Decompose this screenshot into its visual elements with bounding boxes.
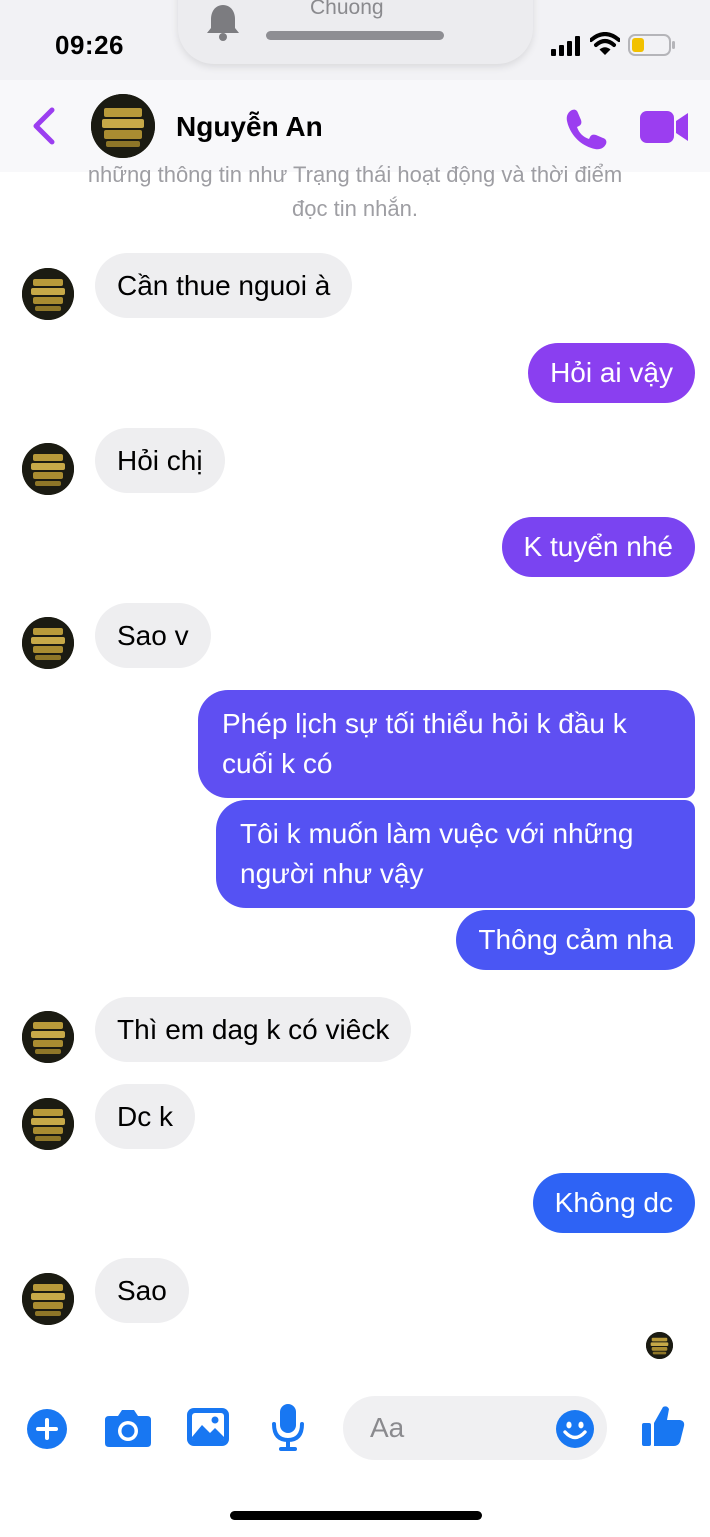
thumbs-up-icon[interactable] — [640, 1403, 686, 1449]
status-bar: 09:26 Chuong — [0, 0, 710, 80]
message-incoming[interactable]: Hỏi chị — [95, 428, 225, 493]
avatar-image — [91, 94, 155, 158]
message-incoming[interactable]: Sao v — [95, 603, 211, 668]
avatar-image — [22, 617, 74, 669]
message-outgoing[interactable]: Thông cảm nha — [456, 910, 695, 970]
video-camera-icon[interactable] — [638, 109, 690, 145]
message-outgoing[interactable]: Phép lịch sự tối thiểu hỏi k đầu k cuối … — [198, 690, 695, 798]
avatar-image — [22, 443, 74, 495]
wifi-icon — [590, 32, 620, 55]
message-outgoing[interactable]: Tôi k muốn làm vuệc với những người như … — [216, 800, 695, 908]
message-incoming[interactable]: Sao — [95, 1258, 189, 1323]
battery-icon — [628, 34, 675, 56]
sender-avatar[interactable] — [22, 1098, 74, 1150]
message-outgoing[interactable]: Hỏi ai vậy — [528, 343, 695, 403]
sender-avatar[interactable] — [22, 1011, 74, 1063]
message-outgoing[interactable]: Không dc — [532, 1173, 695, 1233]
message-incoming[interactable]: Cần thue nguoi à — [95, 253, 353, 318]
sender-avatar[interactable] — [22, 1273, 74, 1325]
clock: 09:26 — [55, 30, 124, 60]
signal-icon — [551, 36, 580, 56]
avatar-image — [22, 1098, 74, 1150]
encryption-notice-line: đọc tin nhắn. — [292, 196, 418, 221]
avatar-image — [22, 268, 74, 320]
plus-icon[interactable] — [26, 1408, 68, 1450]
sender-avatar[interactable] — [22, 617, 74, 669]
emoji-icon[interactable] — [555, 1409, 595, 1449]
read-receipt-avatar — [646, 1332, 673, 1359]
encryption-notice-line: những thông tin như Trạng thái hoạt động… — [87, 162, 623, 187]
contact-name[interactable]: Nguyễn An — [176, 111, 323, 143]
message-outgoing[interactable]: K tuyển nhé — [501, 517, 695, 577]
notification-title: Chuong — [310, 0, 384, 19]
avatar-image — [22, 1273, 74, 1325]
phone-icon[interactable] — [563, 106, 607, 150]
encryption-notice: những thông tin như Trạng thái hoạt động… — [0, 158, 710, 226]
avatar-image — [646, 1332, 673, 1359]
notification-progress — [266, 31, 444, 40]
home-indicator[interactable] — [230, 1511, 482, 1520]
sender-avatar[interactable] — [22, 268, 74, 320]
sender-avatar[interactable] — [22, 443, 74, 495]
contact-avatar[interactable] — [91, 94, 155, 158]
chevron-left-icon[interactable] — [30, 106, 58, 146]
message-incoming[interactable]: Dc k — [95, 1084, 195, 1149]
message-composer — [0, 1385, 710, 1475]
avatar-image — [22, 1011, 74, 1063]
photo-icon[interactable] — [186, 1407, 230, 1447]
bell-icon — [207, 5, 239, 41]
message-incoming[interactable]: Thì em dag k có viêck — [95, 997, 412, 1062]
camera-icon[interactable] — [104, 1408, 152, 1448]
microphone-icon[interactable] — [271, 1402, 305, 1452]
